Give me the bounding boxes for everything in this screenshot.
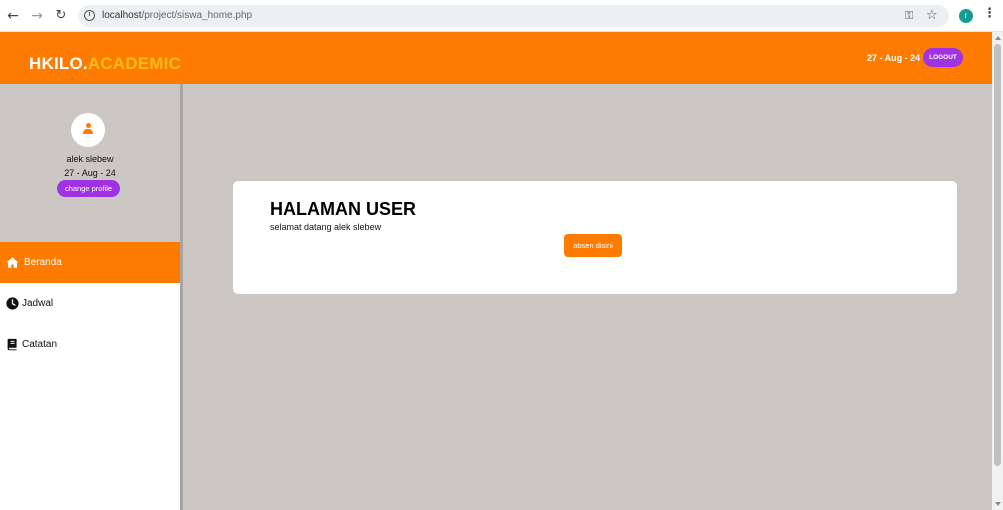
sidebar-item-catatan[interactable]: Catatan [0, 324, 180, 365]
sidebar-divider [180, 84, 183, 510]
url-text[interactable]: localhost/project/siswa_home.php [102, 9, 252, 23]
browser-profile-avatar[interactable]: r [959, 9, 973, 23]
absen-button[interactable]: absen disini [564, 234, 622, 257]
password-key-icon[interactable]: ⚿ [905, 10, 913, 22]
welcome-text: selamat datang alek slebew [270, 222, 382, 232]
page-scrollbar[interactable] [992, 32, 1003, 510]
top-navbar: HKILO.ACADEMIC 27 - Aug - 24 LOGOUT [0, 32, 992, 84]
logout-button[interactable]: LOGOUT [923, 48, 963, 67]
reload-icon[interactable]: ↻ [53, 8, 69, 24]
welcome-card: HALAMAN USER selamat datang alek slebew … [233, 181, 957, 294]
brand-logo: HKILO.ACADEMIC [29, 54, 181, 74]
user-date: 27 - Aug - 24 [64, 168, 116, 178]
change-profile-button[interactable]: change profile [57, 180, 120, 197]
scroll-up-arrow-icon[interactable] [995, 36, 1001, 40]
header-date: 27 - Aug - 24 [867, 53, 921, 63]
sidebar: alek slebew 27 - Aug - 24 change profile… [0, 84, 180, 510]
site-info-icon[interactable]: i [84, 10, 95, 21]
book-icon [7, 338, 17, 351]
url-path: /project/siswa_home.php [141, 10, 253, 21]
sidebar-item-label: Catatan [22, 339, 58, 350]
back-arrow-icon[interactable]: ← [5, 8, 21, 24]
url-host: localhost [102, 10, 142, 21]
sidebar-item-beranda[interactable]: Beranda [0, 242, 180, 283]
home-icon [6, 257, 19, 268]
scrollbar-thumb[interactable] [994, 44, 1001, 466]
browser-toolbar: ← → ↻ i localhost/project/siswa_home.php… [0, 0, 1003, 32]
sidebar-item-label: Beranda [24, 257, 62, 268]
bookmark-star-icon[interactable]: ☆ [926, 8, 938, 23]
user-name: alek slebew [66, 154, 114, 164]
page: HKILO.ACADEMIC 27 - Aug - 24 LOGOUT alek… [0, 32, 992, 510]
sidebar-item-label: Jadwal [22, 298, 54, 309]
avatar [71, 113, 105, 147]
address-bar[interactable]: i localhost/project/siswa_home.php ⚿ ☆ [78, 5, 949, 27]
brand-accent: ACADEMIC [87, 54, 182, 73]
page-title: HALAMAN USER [270, 199, 416, 219]
sidebar-profile: alek slebew 27 - Aug - 24 change profile [0, 84, 180, 242]
forward-arrow-icon[interactable]: → [29, 8, 45, 24]
clock-icon [6, 297, 19, 310]
sidebar-item-jadwal[interactable]: Jadwal [0, 283, 180, 324]
scroll-down-arrow-icon[interactable] [995, 502, 1001, 506]
brand-main: HKILO. [29, 54, 88, 73]
browser-menu-icon[interactable]: ⋮ [983, 6, 996, 22]
user-icon [83, 123, 93, 134]
